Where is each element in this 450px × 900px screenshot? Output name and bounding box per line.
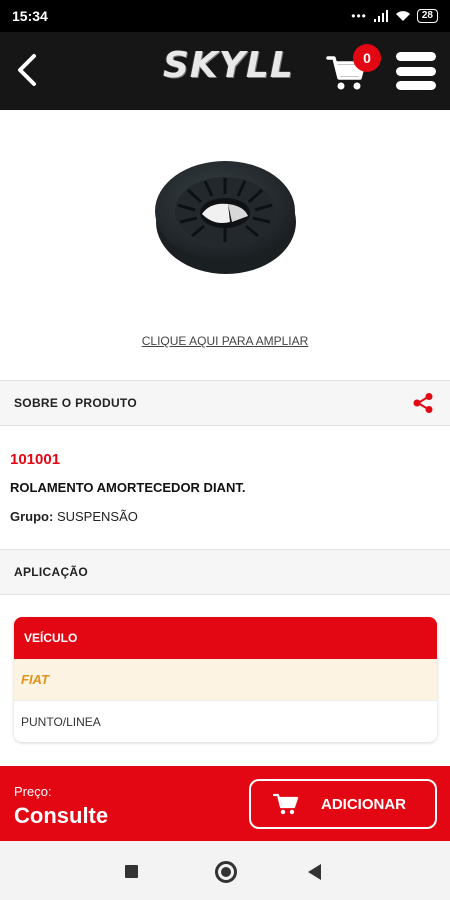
more-dots-icon: ••• (351, 9, 367, 23)
about-product-section: SOBRE O PRODUTO (0, 380, 450, 426)
nav-home-dot (221, 867, 231, 877)
group-label: Grupo: (10, 509, 54, 524)
status-icons: ••• 28 (351, 9, 438, 23)
vehicle-brand-row: FIAT (14, 659, 437, 700)
application-table: VEÍCULO FIAT PUNTO/LINEA (14, 617, 437, 742)
zoom-image-link[interactable]: CLIQUE AQUI PARA AMPLIAR (0, 334, 450, 348)
nav-back-icon[interactable] (308, 864, 321, 880)
about-product-title: SOBRE O PRODUTO (14, 396, 137, 410)
product-image[interactable] (0, 110, 450, 325)
status-time: 15:34 (12, 8, 48, 24)
nav-home-icon[interactable] (215, 861, 237, 883)
vehicle-column-header: VEÍCULO (14, 617, 437, 659)
application-section: APLICAÇÃO (0, 549, 450, 595)
hamburger-line (396, 66, 436, 76)
logo-text: SKYLL (163, 45, 294, 86)
back-arrow-icon (18, 54, 36, 86)
brand-logo[interactable]: SKYLL (163, 46, 293, 94)
group-value: SUSPENSÃO (56, 509, 138, 524)
app-header: SKYLL 0 (0, 32, 450, 110)
add-to-cart-button[interactable]: ADICIONAR (249, 779, 437, 829)
product-group: Grupo: SUSPENSÃO (10, 509, 138, 524)
price-label: Preço: (14, 784, 52, 799)
application-title: APLICAÇÃO (14, 565, 89, 579)
product-name: ROLAMENTO AMORTECEDOR DIANT. (10, 480, 246, 495)
add-button-label: ADICIONAR (321, 795, 406, 813)
product-code: 101001 (10, 451, 61, 468)
battery-indicator: 28 (416, 9, 438, 23)
hamburger-line (396, 81, 436, 90)
signal-icon (373, 10, 388, 22)
share-icon (413, 393, 433, 413)
status-bar: 15:34 ••• 28 (0, 0, 450, 32)
cart-add-icon (273, 793, 299, 815)
back-button[interactable] (10, 50, 44, 90)
product-photo (155, 161, 296, 274)
wifi-icon (395, 11, 410, 21)
system-nav-bar (0, 841, 450, 900)
nav-recent-icon[interactable] (125, 865, 138, 878)
menu-button[interactable] (396, 52, 436, 90)
hamburger-line (396, 52, 436, 61)
cart-count-badge: 0 (353, 44, 381, 72)
price-value: Consulte (14, 803, 109, 828)
share-button[interactable] (410, 390, 436, 416)
cart-button[interactable]: 0 (326, 44, 381, 96)
price-bar: Preço: Consulte ADICIONAR (0, 766, 450, 841)
vehicle-model-row: PUNTO/LINEA (14, 700, 437, 742)
